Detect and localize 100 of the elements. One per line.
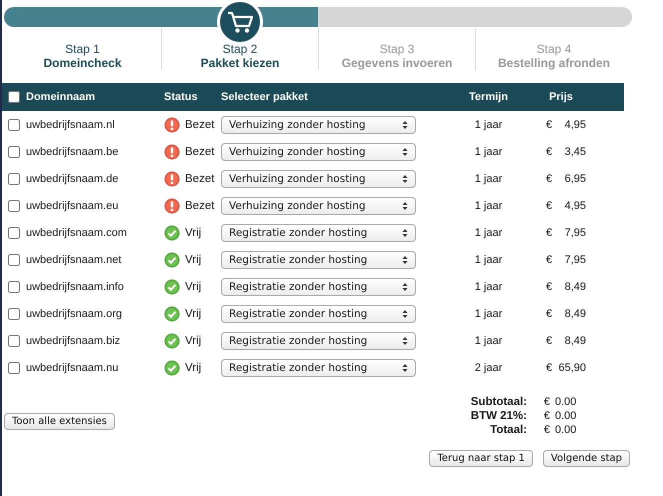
term-text: 1 jaar — [474, 172, 502, 184]
step: Stap 2 Pakket kiezen — [161, 28, 318, 70]
currency-sign: € — [542, 410, 551, 422]
currency-sign: € — [546, 280, 552, 292]
status-text: Vrij — [185, 254, 202, 266]
nav-button[interactable]: Volgende stap — [542, 450, 630, 467]
checkbox[interactable] — [8, 91, 20, 103]
status-text: Bezet — [185, 118, 214, 130]
package-dropdown[interactable]: Verhuizing zonder hosting — [221, 170, 416, 188]
checkbox[interactable] — [8, 200, 20, 212]
currency-sign: € — [546, 200, 552, 212]
status-text: Vrij — [185, 362, 202, 374]
check-icon — [164, 278, 180, 294]
domain-name: uwbedrijfsnaam.net — [26, 254, 122, 266]
total-value: 0.00 — [555, 410, 578, 422]
updown-icon — [402, 362, 408, 372]
updown-icon — [402, 146, 408, 156]
total-value: 0.00 — [555, 396, 578, 408]
price-text: 3,45 — [564, 146, 586, 158]
price-text: 7,95 — [564, 254, 586, 266]
check-icon — [164, 360, 180, 376]
domain-name: uwbedrijfsnaam.biz — [26, 334, 120, 346]
currency-sign: € — [546, 308, 552, 320]
currency-sign: € — [546, 334, 552, 346]
status-text: Vrij — [185, 280, 202, 292]
status-text: Bezet — [185, 146, 214, 158]
total-label: Subtotaal: — [470, 396, 527, 408]
currency-sign: € — [546, 254, 552, 266]
checkbox[interactable] — [8, 172, 20, 184]
checkbox[interactable] — [8, 334, 20, 346]
domain-name: uwbedrijfsnaam.de — [26, 172, 118, 184]
price-text: 8,49 — [564, 308, 586, 320]
term-text: 1 jaar — [474, 254, 502, 266]
status-text: Vrij — [185, 308, 202, 320]
package-dropdown[interactable]: Registratie zonder hosting — [221, 250, 416, 268]
domain-name: uwbedrijfsnaam.org — [26, 308, 122, 320]
checkbox[interactable] — [8, 254, 20, 266]
term-text: 2 jaar — [474, 362, 502, 374]
currency-sign: € — [542, 396, 551, 408]
updown-icon — [402, 308, 408, 318]
package-dropdown[interactable]: Verhuizing zonder hosting — [221, 142, 416, 160]
updown-icon — [402, 228, 408, 238]
total-label: Totaal: — [489, 424, 527, 436]
package-dropdown[interactable]: Verhuizing zonder hosting — [221, 116, 416, 134]
term-text: 1 jaar — [474, 308, 502, 320]
domain-name: uwbedrijfsnaam.com — [26, 226, 127, 238]
domain-name: uwbedrijfsnaam.eu — [26, 200, 118, 212]
currency-sign: € — [546, 172, 552, 184]
price-text: 8,49 — [564, 280, 586, 292]
step: Stap 4 Bestelling afronden — [475, 28, 632, 70]
package-dropdown[interactable]: Registratie zonder hosting — [221, 224, 416, 242]
checkbox[interactable] — [8, 118, 20, 130]
package-dropdown[interactable]: Registratie zonder hosting — [221, 332, 416, 350]
checkbox[interactable] — [8, 280, 20, 292]
price-text: 8,49 — [564, 334, 586, 346]
checkbox[interactable] — [8, 308, 20, 320]
updown-icon — [402, 174, 408, 184]
check-icon — [164, 332, 180, 348]
term-text: 1 jaar — [474, 280, 502, 292]
term-text: 1 jaar — [474, 334, 502, 346]
exclamation-icon — [164, 170, 180, 186]
package-dropdown[interactable]: Verhuizing zonder hosting — [221, 196, 416, 214]
currency-sign: € — [546, 146, 552, 158]
column-header: Termijn — [469, 91, 508, 103]
domain-name: uwbedrijfsnaam.nu — [26, 362, 118, 374]
price-text: 4,95 — [564, 200, 586, 212]
package-dropdown[interactable]: Registratie zonder hosting — [221, 278, 416, 296]
total-label: BTW 21%: — [470, 410, 527, 422]
package-dropdown[interactable]: Registratie zonder hosting — [221, 358, 416, 376]
price-text: 7,95 — [564, 226, 586, 238]
term-text: 1 jaar — [474, 200, 502, 212]
exclamation-icon — [164, 198, 180, 214]
check-icon — [164, 252, 180, 268]
nav-button[interactable]: Terug naar stap 1 — [429, 450, 533, 467]
term-text: 1 jaar — [474, 226, 502, 238]
updown-icon — [402, 200, 408, 210]
status-text: Bezet — [185, 200, 214, 212]
column-header: Prijs — [549, 91, 573, 103]
status-text: Vrij — [185, 226, 202, 238]
currency-sign: € — [546, 118, 552, 130]
domain-name: uwbedrijfsnaam.nl — [26, 118, 115, 130]
total-value: 0.00 — [555, 424, 578, 436]
checkbox[interactable] — [8, 362, 20, 374]
term-text: 1 jaar — [474, 146, 502, 158]
exclamation-icon — [164, 144, 180, 160]
status-text: Vrij — [185, 334, 202, 346]
column-header: Selecteer pakket — [221, 91, 308, 103]
checkbox[interactable] — [8, 226, 20, 238]
step: Stap 3 Gegevens invoeren — [318, 28, 475, 70]
currency-sign: € — [546, 226, 552, 238]
updown-icon — [402, 254, 408, 264]
column-header: Status — [164, 91, 198, 103]
step: Stap 1 Domeincheck — [4, 28, 161, 70]
package-dropdown[interactable]: Registratie zonder hosting — [221, 304, 416, 322]
currency-sign: € — [546, 362, 552, 374]
show-all-button[interactable]: Toon alle extensies — [4, 413, 115, 430]
check-icon — [164, 306, 180, 322]
price-text: 4,95 — [564, 118, 586, 130]
checkbox[interactable] — [8, 146, 20, 158]
column-header: Domeinnaam — [26, 91, 96, 103]
